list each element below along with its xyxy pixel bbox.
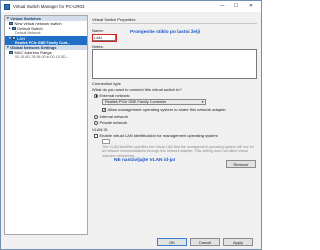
connection-question: What do you want to connect this virtual… bbox=[92, 87, 182, 92]
check-icon[interactable]: ✓ bbox=[102, 107, 106, 112]
radio-internal-dot[interactable] bbox=[94, 114, 98, 119]
name-highlight-box bbox=[91, 33, 117, 42]
apply-button[interactable]: Apply bbox=[223, 238, 253, 246]
collapse-icon[interactable]: ▾ bbox=[9, 36, 11, 41]
radio-external-dot[interactable] bbox=[94, 93, 98, 98]
title-bar: Virtual Switch Manager for PC-UR03 — ☐ ✕ bbox=[1, 1, 261, 12]
new-switch-icon bbox=[9, 21, 13, 26]
expand-icon[interactable]: ▸ bbox=[9, 26, 11, 31]
ok-button[interactable]: OK bbox=[157, 238, 187, 246]
collapse-icon[interactable]: ▾ bbox=[7, 16, 9, 21]
radio-private-dot[interactable] bbox=[94, 120, 98, 125]
annotation-vlan: NE nastavljajte VLAN id-ja! bbox=[114, 158, 176, 163]
cancel-button[interactable]: Cancel bbox=[190, 238, 220, 246]
minimize-icon[interactable]: — bbox=[215, 2, 229, 11]
window-controls: — ☐ ✕ bbox=[215, 2, 259, 11]
allow-mgmt-checkbox[interactable]: ✓ Allow management operating system to s… bbox=[102, 107, 226, 112]
connection-type-title: Connection type bbox=[92, 81, 121, 86]
switch-icon bbox=[11, 36, 16, 40]
vlan-checkbox-box[interactable] bbox=[94, 133, 98, 138]
vlan-title: VLAN ID bbox=[92, 127, 108, 132]
adapter-select[interactable]: Realtek PCIe GBE Family Controller ▾ bbox=[102, 99, 206, 105]
radio-internal[interactable]: Internal network bbox=[94, 114, 128, 119]
divider bbox=[92, 22, 257, 23]
tree-sub-mac-range: 00-15-5D-78-95-00 to 00-15-5D-... bbox=[15, 55, 70, 59]
collapse-icon[interactable]: ▾ bbox=[7, 45, 9, 50]
properties-title: Virtual Switch Properties bbox=[92, 17, 136, 22]
name-label: Name: bbox=[92, 28, 104, 33]
radio-external[interactable]: External network: bbox=[94, 93, 130, 98]
radio-private[interactable]: Private network bbox=[94, 120, 127, 125]
vlan-help-text: The VLAN identifier specifies the virtua… bbox=[102, 145, 255, 158]
remove-button[interactable]: Remove bbox=[226, 160, 256, 168]
annotation-name: Promjenite stiklo po lastni želji bbox=[130, 30, 201, 35]
vlan-enable-checkbox[interactable]: Enable virtual LAN identification for ma… bbox=[94, 133, 218, 138]
properties-pane: Virtual Switch Properties Name: Promjeni… bbox=[90, 15, 260, 235]
window-title: Virtual Switch Manager for PC-UR03 bbox=[13, 4, 85, 9]
close-icon[interactable]: ✕ bbox=[243, 2, 259, 11]
switch-tree: ▾ Virtual Switches New virtual network s… bbox=[4, 15, 88, 235]
mac-address-icon bbox=[9, 50, 13, 55]
notes-input[interactable] bbox=[92, 49, 257, 79]
vlan-id-input[interactable] bbox=[102, 139, 110, 144]
network-app-icon bbox=[4, 3, 10, 10]
chevron-down-icon: ▾ bbox=[201, 100, 204, 104]
maximize-icon[interactable]: ☐ bbox=[229, 2, 243, 11]
switch-icon bbox=[11, 26, 16, 31]
switch-manager-window: Virtual Switch Manager for PC-UR03 — ☐ ✕… bbox=[0, 0, 262, 250]
